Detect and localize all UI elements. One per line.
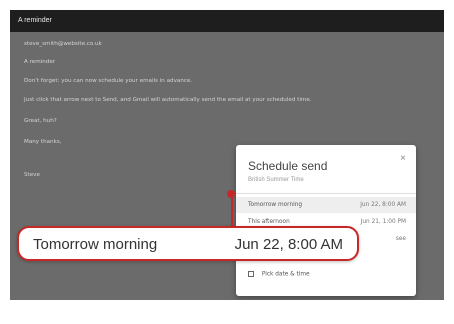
email-body-line: Many thanks, [24,139,62,145]
option-time: Jun 21, 1:00 PM [360,219,406,225]
callout-label: Tomorrow morning [33,236,158,253]
option-label: This afternoon [248,219,290,225]
option-time: Jun 22, 8:00 AM [360,202,406,208]
popup-title: Schedule send [248,159,328,173]
window-title: A reminder [18,17,52,24]
option-tomorrow-morning[interactable]: Tomorrow morning Jun 22, 8:00 AM [236,197,416,213]
email-signature: Steve [24,172,40,178]
popup-divider [236,193,416,194]
calendar-icon [248,271,254,277]
email-body-line: Just click that arrow next to Send, and … [24,97,312,103]
callout-value: Jun 22, 8:00 AM [234,236,343,253]
pick-date-time-button[interactable]: Pick date & time [248,271,310,278]
option-time: see [395,236,406,242]
schedule-send-popup: Schedule send British Summer Time × Tomo… [236,145,416,296]
option-label: Tomorrow morning [248,202,303,208]
callout-pointer-dot [227,190,235,198]
email-body-line: Great, huh? [24,118,57,124]
email-subject[interactable]: A reminder [24,59,55,65]
zoom-callout: Tomorrow morning Jun 22, 8:00 AM [17,226,359,261]
callout-pointer-line [231,197,233,227]
email-to-field[interactable]: steve_smith@website.co.uk [24,41,102,47]
popup-timezone: British Summer Time [248,177,304,183]
email-body-line: Don't forget: you can now schedule your … [24,78,193,84]
window-header: A reminder [10,10,444,32]
close-icon[interactable]: × [400,153,406,164]
pick-date-time-label: Pick date & time [261,271,310,278]
